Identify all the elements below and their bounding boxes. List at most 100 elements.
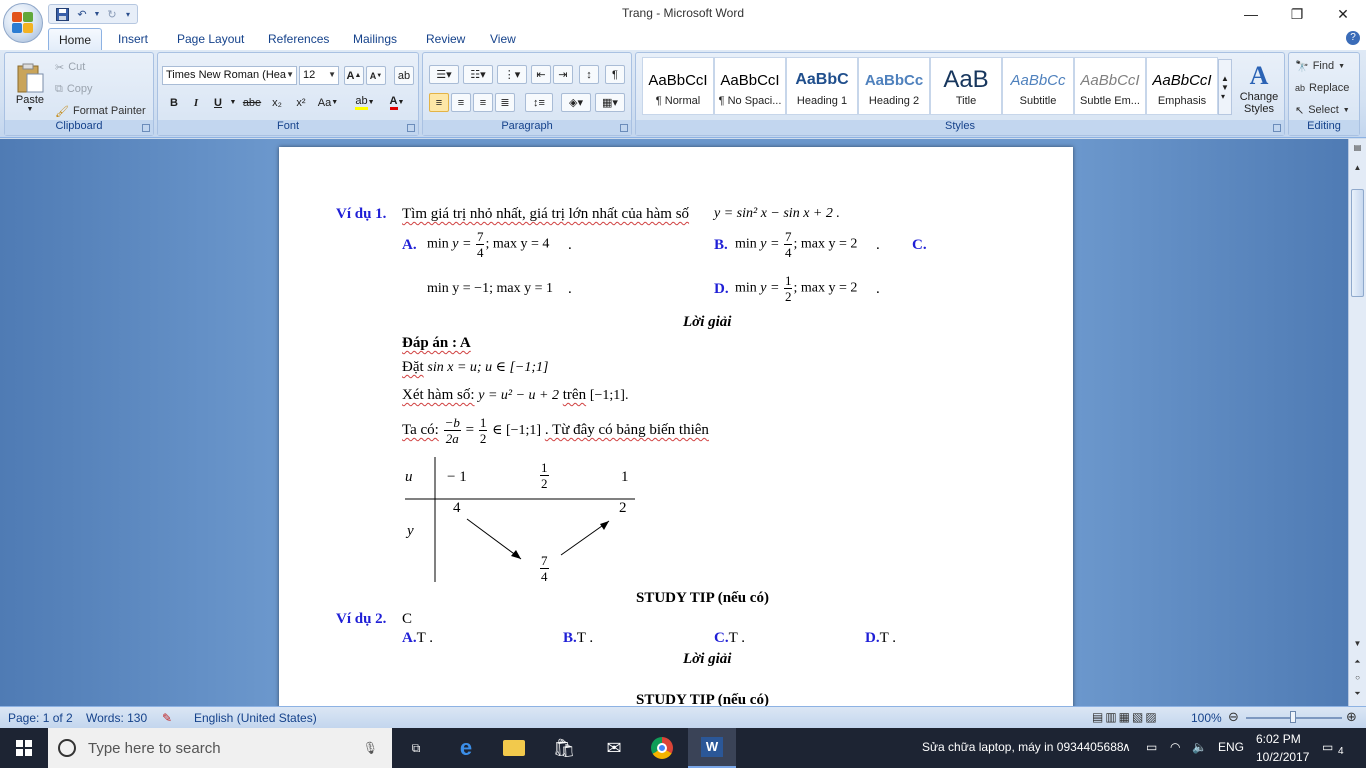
edge-icon[interactable]: e bbox=[442, 728, 490, 768]
document-area[interactable]: Ví dụ 1. Tìm giá trị nhỏ nhất, giá trị l… bbox=[0, 139, 1348, 706]
style-subtle-emphasis[interactable]: AaBbCcI Subtle Em... bbox=[1074, 57, 1146, 115]
change-styles-button[interactable]: A Change Styles bbox=[1236, 57, 1282, 119]
tab-view[interactable]: View bbox=[480, 28, 526, 50]
multilevel-list-icon[interactable]: ⋮▾ bbox=[497, 65, 527, 84]
tab-review[interactable]: Review bbox=[416, 28, 475, 50]
microphone-icon[interactable]: 🎙 bbox=[363, 741, 378, 755]
shrink-font-button[interactable]: A ▼ bbox=[366, 66, 386, 85]
scroll-up-icon[interactable]: ▲ bbox=[1349, 163, 1366, 177]
bullets-icon[interactable]: ☰▾ bbox=[429, 65, 459, 84]
view-buttons-icon[interactable]: ▤▥▦▧▨ bbox=[1092, 710, 1159, 724]
help-icon[interactable]: ? bbox=[1346, 31, 1360, 45]
document-page[interactable]: Ví dụ 1. Tìm giá trị nhỏ nhất, giá trị l… bbox=[279, 147, 1073, 706]
align-right-icon[interactable]: ≡ bbox=[473, 93, 493, 112]
file-explorer-icon[interactable] bbox=[490, 728, 538, 768]
chrome-icon[interactable] bbox=[638, 728, 686, 768]
borders-icon[interactable]: ▦▾ bbox=[595, 93, 625, 112]
align-left-icon[interactable]: ≡ bbox=[429, 93, 449, 112]
style-no-spacing[interactable]: AaBbCcI ¶ No Spaci... bbox=[714, 57, 786, 115]
language-indicator[interactable]: English (United States) bbox=[194, 711, 317, 725]
decrease-indent-icon[interactable]: ⇤ bbox=[531, 65, 551, 84]
styles-launcher-icon[interactable] bbox=[1273, 124, 1281, 132]
styles-scroll-control[interactable]: ▲ ▼ ▾ bbox=[1218, 59, 1232, 115]
volume-icon[interactable]: 🔈 bbox=[1192, 740, 1207, 754]
scroll-down-icon[interactable]: ▼ bbox=[1349, 639, 1366, 653]
style-emphasis[interactable]: AaBbCcI Emphasis bbox=[1146, 57, 1218, 115]
cut-button[interactable]: ✂ Cut bbox=[55, 57, 85, 77]
tab-insert[interactable]: Insert bbox=[108, 28, 158, 50]
mail-icon[interactable]: ✉ bbox=[590, 728, 638, 768]
page-count[interactable]: Page: 1 of 2 bbox=[8, 711, 73, 725]
find-button[interactable]: 🔭 Find ▼ bbox=[1295, 56, 1345, 76]
battery-icon[interactable]: ▭ bbox=[1146, 740, 1157, 754]
clipboard-launcher-icon[interactable] bbox=[142, 124, 150, 132]
scroll-thumb[interactable] bbox=[1351, 189, 1364, 297]
increase-indent-icon[interactable]: ⇥ bbox=[553, 65, 573, 84]
format-painter-button[interactable]: 🖌 Format Painter bbox=[55, 101, 146, 121]
clock-date[interactable]: 10/2/2017 bbox=[1256, 750, 1309, 764]
style-preview: AaBbCc bbox=[864, 71, 924, 89]
minimize-icon[interactable]: — bbox=[1228, 0, 1274, 28]
zoom-out-icon[interactable]: ⊖ bbox=[1228, 709, 1239, 725]
windows-start-icon[interactable] bbox=[0, 728, 48, 768]
superscript-button[interactable]: x² bbox=[290, 93, 312, 112]
sort-icon[interactable]: ↕ bbox=[579, 65, 599, 84]
numbering-icon[interactable]: ☷▾ bbox=[463, 65, 493, 84]
copy-button[interactable]: ⧉ Copy bbox=[55, 79, 93, 99]
ruler-toggle-icon[interactable]: ▤ bbox=[1349, 143, 1366, 157]
clock-time[interactable]: 6:02 PM bbox=[1256, 732, 1301, 746]
justify-icon[interactable]: ≣ bbox=[495, 93, 515, 112]
zoom-level[interactable]: 100% bbox=[1191, 711, 1222, 725]
strikethrough-button[interactable]: abe bbox=[240, 93, 264, 112]
style-title[interactable]: AaB Title bbox=[930, 57, 1002, 115]
clear-formatting-icon[interactable]: ab bbox=[394, 66, 414, 85]
word-count[interactable]: Words: 130 bbox=[86, 711, 147, 725]
align-center-icon[interactable]: ≡ bbox=[451, 93, 471, 112]
select-browse-object-icon[interactable]: ○ bbox=[1349, 673, 1366, 687]
office-button[interactable] bbox=[3, 3, 43, 43]
taskbar-search[interactable]: Type here to search 🎙 bbox=[48, 728, 392, 768]
change-case-button[interactable]: Aa ▼ bbox=[314, 93, 342, 112]
underline-dropdown-icon[interactable]: ▼ bbox=[228, 93, 238, 112]
zoom-in-icon[interactable]: ⊕ bbox=[1346, 709, 1357, 725]
word-taskbar-icon[interactable]: W bbox=[688, 728, 736, 768]
subscript-button[interactable]: x₂ bbox=[266, 93, 288, 112]
close-icon[interactable]: ✕ bbox=[1320, 0, 1366, 28]
paragraph-launcher-icon[interactable] bbox=[620, 124, 628, 132]
style-heading-2[interactable]: AaBbCc Heading 2 bbox=[858, 57, 930, 115]
bold-button[interactable]: B bbox=[164, 93, 184, 112]
paste-button[interactable]: Paste ▼ bbox=[9, 56, 51, 118]
restore-icon[interactable]: ❐ bbox=[1274, 0, 1320, 28]
tab-references[interactable]: References bbox=[258, 28, 339, 50]
underline-button[interactable]: U bbox=[208, 93, 228, 112]
style-subtitle[interactable]: AaBbCc Subtitle bbox=[1002, 57, 1074, 115]
font-launcher-icon[interactable] bbox=[407, 124, 415, 132]
style-normal[interactable]: AaBbCcI ¶ Normal bbox=[642, 57, 714, 115]
font-color-button[interactable]: A ▼ bbox=[382, 93, 412, 112]
zoom-slider-thumb[interactable] bbox=[1290, 711, 1296, 723]
vertical-scrollbar[interactable]: ▤ ▲ ▼ ⏶ ○ ⏷ bbox=[1348, 139, 1366, 706]
select-button[interactable]: ↖ Select ▼ bbox=[1295, 100, 1350, 120]
shading-icon[interactable]: ◈▾ bbox=[561, 93, 591, 112]
replace-button[interactable]: ab Replace bbox=[1295, 78, 1349, 98]
line-spacing-icon[interactable]: ↕≡ bbox=[525, 93, 553, 112]
show-formatting-icon[interactable]: ¶ bbox=[605, 65, 625, 84]
tab-page-layout[interactable]: Page Layout bbox=[167, 28, 254, 50]
proofing-icon[interactable]: ✎ bbox=[162, 711, 172, 725]
next-page-icon[interactable]: ⏷ bbox=[1349, 689, 1366, 703]
previous-page-icon[interactable]: ⏶ bbox=[1349, 657, 1366, 671]
store-icon[interactable]: 🛍 bbox=[540, 728, 588, 768]
font-size-combo[interactable]: 12 ▼ bbox=[299, 66, 339, 85]
grow-font-button[interactable]: A ▲ bbox=[344, 66, 364, 85]
notification-icon[interactable]: ▭ bbox=[1322, 740, 1333, 754]
tab-mailings[interactable]: Mailings bbox=[343, 28, 407, 50]
style-heading-1[interactable]: AaBbC Heading 1 bbox=[786, 57, 858, 115]
font-name-combo[interactable]: Times New Roman (Hea ▼ bbox=[162, 66, 297, 85]
wifi-icon[interactable]: ◠ bbox=[1170, 740, 1180, 754]
italic-button[interactable]: I bbox=[186, 93, 206, 112]
chevron-up-icon[interactable]: ∧ bbox=[1122, 740, 1131, 754]
highlight-button[interactable]: ab ▼ bbox=[350, 93, 380, 112]
task-view-icon[interactable]: ⧉ bbox=[392, 728, 440, 768]
language-tray[interactable]: ENG bbox=[1218, 740, 1244, 754]
tab-home[interactable]: Home bbox=[48, 28, 103, 50]
